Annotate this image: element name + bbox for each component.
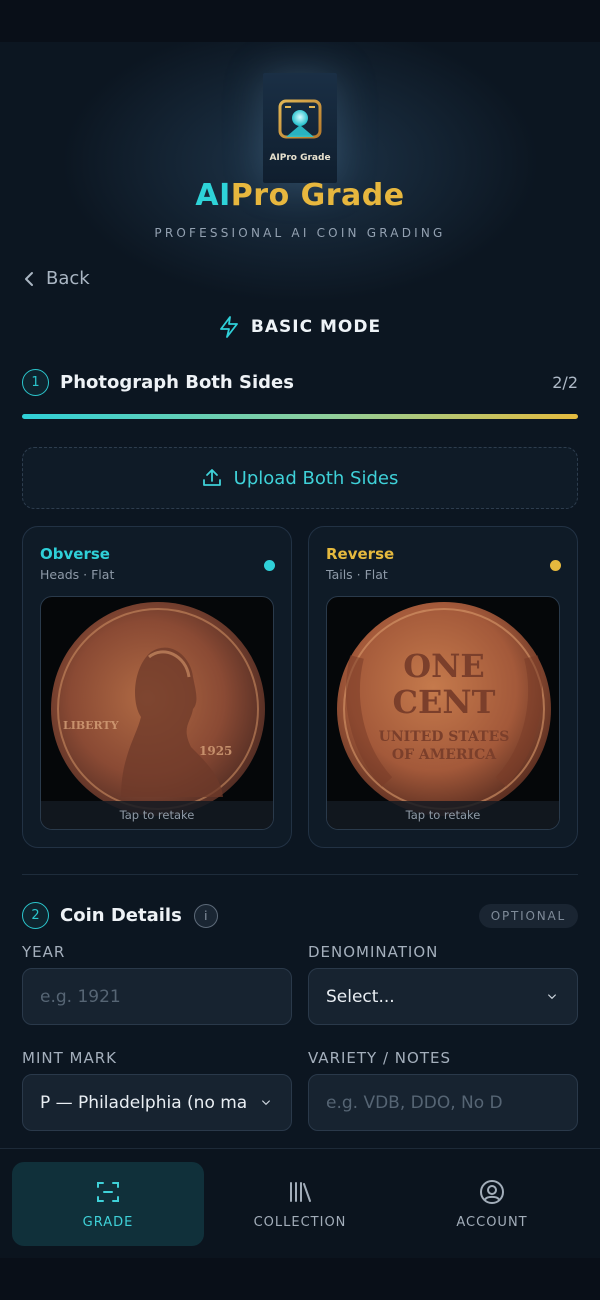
- mint-mark-select[interactable]: P — Philadelphia (no mark): [22, 1074, 292, 1131]
- scan-icon: [97, 1181, 119, 1202]
- step2-number: 2: [22, 902, 49, 929]
- mode-label: BASIC MODE: [250, 317, 382, 337]
- bottom-tab-bar: GRADE COLLECTION ACCOUNT: [0, 1148, 600, 1258]
- mint-mark-value: P — Philadelphia (no mark): [40, 1092, 248, 1113]
- tab-grade[interactable]: GRADE: [12, 1162, 204, 1246]
- step2-header: 2 Coin Details i OPTIONAL: [22, 902, 578, 929]
- reverse-photo[interactable]: ONE CENT UNITED STATES OF AMERICA Tap to…: [326, 596, 560, 830]
- optional-badge: OPTIONAL: [478, 903, 578, 928]
- chevron-down-icon: [548, 993, 556, 999]
- obverse-title: Obverse: [40, 545, 110, 563]
- status-bar-area: [0, 0, 600, 42]
- denomination-label: DENOMINATION: [308, 943, 439, 961]
- upload-icon: [202, 469, 221, 486]
- obverse-coin-image: LIBERTY 1925: [51, 602, 265, 816]
- variety-input[interactable]: e.g. VDB, DDO, No D: [308, 1074, 578, 1131]
- obverse-subtitle: Heads · Flat: [40, 567, 115, 582]
- step1-progress-bar: [22, 414, 578, 419]
- coin-scan-logo-icon: [278, 99, 322, 139]
- svg-text:CENT: CENT: [393, 683, 496, 721]
- variety-label: VARIETY / NOTES: [308, 1049, 451, 1067]
- upload-both-sides-button[interactable]: Upload Both Sides: [22, 447, 578, 509]
- denomination-value: Select...: [326, 986, 395, 1007]
- app-tagline: PROFESSIONAL AI COIN GRADING: [154, 226, 446, 240]
- denomination-select[interactable]: Select...: [308, 968, 578, 1025]
- year-input[interactable]: e.g. 1921: [22, 968, 292, 1025]
- reverse-retake-hint: Tap to retake: [327, 801, 559, 829]
- reverse-title: Reverse: [326, 545, 395, 563]
- app-title-pro: Pro Grade: [230, 178, 405, 213]
- obverse-retake-hint: Tap to retake: [41, 801, 273, 829]
- tab-account[interactable]: ACCOUNT: [396, 1162, 588, 1246]
- library-icon: [290, 1181, 311, 1202]
- step1-number: 1: [22, 369, 49, 396]
- reverse-status-dot: [550, 560, 561, 571]
- lightning-icon: [220, 316, 238, 338]
- tab-collection[interactable]: COLLECTION: [204, 1162, 396, 1246]
- user-circle-icon: [480, 1179, 504, 1204]
- tab-account-label: ACCOUNT: [456, 1214, 528, 1230]
- svg-text:LIBERTY: LIBERTY: [63, 719, 119, 732]
- chevron-left-icon: [25, 271, 33, 286]
- mode-indicator[interactable]: BASIC MODE: [0, 316, 600, 338]
- app-title: AIPro Grade: [0, 178, 600, 213]
- year-label: YEAR: [22, 943, 66, 961]
- svg-text:OF AMERICA: OF AMERICA: [392, 747, 497, 763]
- app-screen: AIPro Grade AIPro Grade PROFESSIONAL AI …: [0, 42, 600, 1258]
- logo-caption: AIPro Grade: [269, 153, 331, 163]
- tab-collection-label: COLLECTION: [253, 1214, 347, 1230]
- step1-header: 1 Photograph Both Sides 2/2: [22, 369, 578, 396]
- info-icon[interactable]: i: [193, 903, 218, 928]
- back-button[interactable]: Back: [24, 268, 90, 289]
- reverse-coin-image: ONE CENT UNITED STATES OF AMERICA: [337, 602, 551, 816]
- reverse-card[interactable]: Reverse Tails · Flat ONE CENT UNITED STA…: [308, 526, 578, 848]
- svg-text:1925: 1925: [199, 744, 232, 758]
- back-label: Back: [46, 268, 90, 289]
- app-logo: AIPro Grade: [263, 73, 337, 183]
- svg-text:ONE: ONE: [403, 647, 485, 685]
- tab-grade-label: GRADE: [82, 1214, 134, 1230]
- app-title-ai: AI: [195, 178, 231, 213]
- obverse-photo[interactable]: LIBERTY 1925 Tap to retake: [40, 596, 274, 830]
- chevron-down-icon: [262, 1099, 270, 1105]
- step1-title: Photograph Both Sides: [60, 372, 294, 393]
- reverse-subtitle: Tails · Flat: [326, 567, 388, 582]
- step1-count: 2/2: [552, 373, 578, 392]
- step2-title: Coin Details: [60, 905, 182, 926]
- obverse-card[interactable]: Obverse Heads · Flat LIBERTY 1925 Tap to…: [22, 526, 292, 848]
- mint-mark-label: MINT MARK: [22, 1049, 117, 1067]
- section-divider: [22, 874, 578, 875]
- obverse-status-dot: [264, 560, 275, 571]
- svg-text:UNITED STATES: UNITED STATES: [379, 729, 510, 745]
- upload-label: Upload Both Sides: [233, 467, 399, 489]
- home-indicator-area: [0, 1258, 600, 1300]
